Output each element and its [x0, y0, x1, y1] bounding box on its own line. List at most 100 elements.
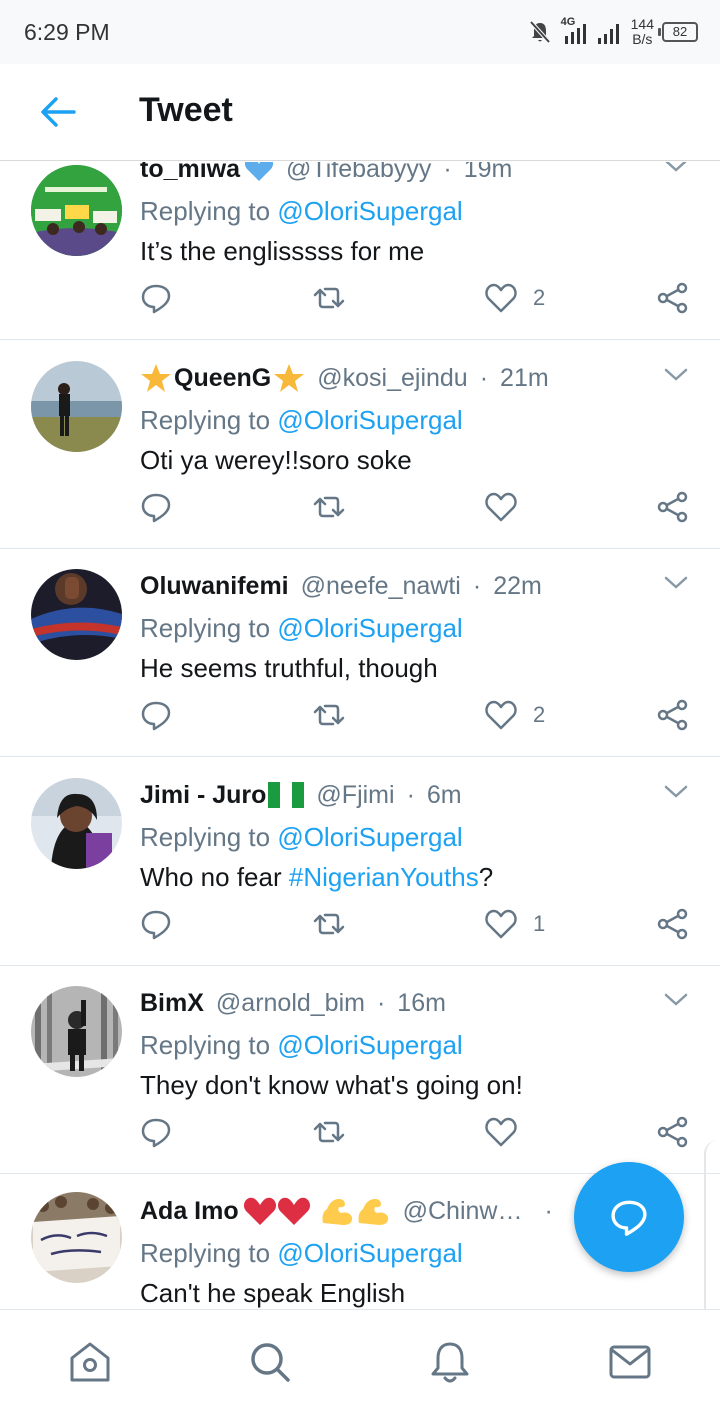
- replying-to-line: Replying to @OloriSupergal: [140, 1238, 463, 1269]
- handle[interactable]: @kosi_ejindu: [317, 364, 467, 393]
- mention-link[interactable]: @OloriSupergal: [277, 405, 462, 435]
- speed-unit: B/s: [632, 31, 653, 47]
- reply-tweet[interactable]: BimX @arnold_bim · 16m Replying to @Olor…: [0, 966, 720, 1174]
- nav-search[interactable]: [246, 1338, 294, 1386]
- mention-link[interactable]: @OloriSupergal: [277, 613, 462, 643]
- avatar[interactable]: [31, 778, 122, 869]
- like-button[interactable]: 2: [483, 695, 545, 735]
- reply-button[interactable]: [138, 487, 174, 527]
- reply-tweet[interactable]: QueenG @kosi_ejindu · 21m Replying to @O…: [0, 341, 720, 549]
- like-button[interactable]: 2: [483, 278, 545, 318]
- action-bar: 2: [138, 278, 698, 318]
- tweet-text: Can't he speak English: [140, 1278, 406, 1308]
- like-icon: [485, 283, 517, 313]
- compose-reply-button[interactable]: [574, 1162, 684, 1272]
- chevron-down-icon[interactable]: [662, 990, 690, 1010]
- like-count: 2: [533, 285, 546, 310]
- separator-dot: ·: [544, 1196, 553, 1225]
- like-button[interactable]: 1: [483, 904, 545, 944]
- tweet-header: QueenG @kosi_ejindu · 21m: [140, 361, 549, 395]
- reply-tweet[interactable]: Oluwanifemi @neefe_nawti · 22m Replying …: [0, 549, 720, 757]
- timestamp: 16m: [397, 988, 446, 1017]
- mention-link[interactable]: @OloriSupergal: [277, 1030, 462, 1060]
- signal-bars-icon: [597, 24, 619, 44]
- action-bar: 2: [138, 695, 698, 735]
- retweet-button[interactable]: [311, 1112, 347, 1152]
- display-name[interactable]: QueenG: [174, 364, 271, 393]
- chevron-down-icon[interactable]: [662, 782, 690, 802]
- handle[interactable]: @arnold_bim: [216, 989, 365, 1018]
- tweet-text: They don't know what's going on!: [140, 1070, 523, 1100]
- nav-home[interactable]: [66, 1338, 114, 1386]
- page-title: Tweet: [139, 91, 233, 129]
- display-name[interactable]: Ada Imo: [140, 1197, 239, 1226]
- back-button[interactable]: [36, 92, 80, 132]
- separator-dot: ·: [443, 162, 452, 183]
- avatar-image: [31, 569, 122, 660]
- red-heart-emoji: [277, 1197, 310, 1225]
- star-emoji: [141, 364, 171, 392]
- mention-link[interactable]: @OloriSupergal: [277, 196, 462, 226]
- share-button[interactable]: [655, 904, 691, 944]
- search-icon: [251, 1343, 290, 1382]
- star-emoji: [274, 364, 305, 392]
- retweet-button[interactable]: [311, 278, 347, 318]
- retweet-icon: [313, 1121, 345, 1143]
- share-button[interactable]: [655, 1112, 691, 1152]
- retweet-button[interactable]: [311, 904, 347, 944]
- share-button[interactable]: [655, 695, 691, 735]
- retweet-button[interactable]: [311, 487, 347, 527]
- reply-button[interactable]: [138, 1112, 174, 1152]
- replying-to-label: Replying to: [140, 613, 278, 643]
- mention-link[interactable]: @OloriSupergal: [277, 1238, 462, 1268]
- avatar-image: [31, 986, 122, 1077]
- reply-icon: [141, 1118, 171, 1148]
- reply-button[interactable]: [138, 904, 174, 944]
- share-icon: [657, 908, 688, 940]
- handle[interactable]: @Chinw…: [403, 1197, 523, 1226]
- avatar[interactable]: [31, 569, 122, 660]
- chevron-down-icon[interactable]: [662, 573, 690, 593]
- display-name[interactable]: Jimi - Juro: [140, 781, 266, 810]
- reply-icon: [141, 701, 171, 731]
- reply-feed: to_miwa @Tifebabyyy · 19m Replying to @O…: [0, 162, 720, 1308]
- timestamp: 21m: [500, 363, 549, 392]
- reply-button[interactable]: [138, 695, 174, 735]
- share-button[interactable]: [655, 278, 691, 318]
- reply-tweet[interactable]: to_miwa @Tifebabyyy · 19m Replying to @O…: [0, 162, 720, 340]
- nav-messages[interactable]: [606, 1338, 654, 1386]
- mention-link[interactable]: @OloriSupergal: [277, 822, 462, 852]
- avatar[interactable]: [31, 1192, 122, 1283]
- retweet-icon: [313, 704, 345, 726]
- handle[interactable]: @Fjimi: [316, 781, 394, 810]
- bottom-navigation: [0, 1309, 720, 1418]
- avatar[interactable]: [31, 361, 122, 452]
- share-button[interactable]: [655, 487, 691, 527]
- display-name[interactable]: Oluwanifemi: [140, 572, 289, 601]
- chevron-down-icon[interactable]: [662, 365, 690, 385]
- retweet-button[interactable]: [311, 695, 347, 735]
- like-button[interactable]: [483, 487, 533, 527]
- display-name[interactable]: to_miwa: [140, 162, 240, 184]
- replying-to-line: Replying to @OloriSupergal: [140, 613, 463, 644]
- retweet-icon: [313, 496, 345, 518]
- like-button[interactable]: [483, 1112, 533, 1152]
- display-name[interactable]: BimX: [140, 989, 204, 1018]
- hashtag-link[interactable]: #NigerianYouths: [289, 862, 479, 892]
- reply-tweet[interactable]: Jimi - Juro @Fjimi · 6m Replying to @Olo…: [0, 758, 720, 966]
- replying-to-label: Replying to: [140, 196, 278, 226]
- replying-to-label: Replying to: [140, 1238, 278, 1268]
- tweet-text-suffix: ?: [478, 862, 494, 892]
- like-count: 1: [533, 911, 546, 936]
- separator-dot: ·: [472, 571, 482, 600]
- handle[interactable]: @neefe_nawti: [301, 572, 461, 601]
- avatar[interactable]: [31, 165, 122, 256]
- nav-notifications[interactable]: [426, 1338, 474, 1386]
- avatar[interactable]: [31, 986, 122, 1077]
- like-icon: [485, 700, 517, 730]
- handle[interactable]: @Tifebabyyy: [286, 162, 431, 184]
- arrow-left-icon: [41, 97, 76, 127]
- reply-button[interactable]: [138, 278, 174, 318]
- notifications-icon: [431, 1342, 469, 1383]
- chevron-down-icon[interactable]: [662, 162, 690, 176]
